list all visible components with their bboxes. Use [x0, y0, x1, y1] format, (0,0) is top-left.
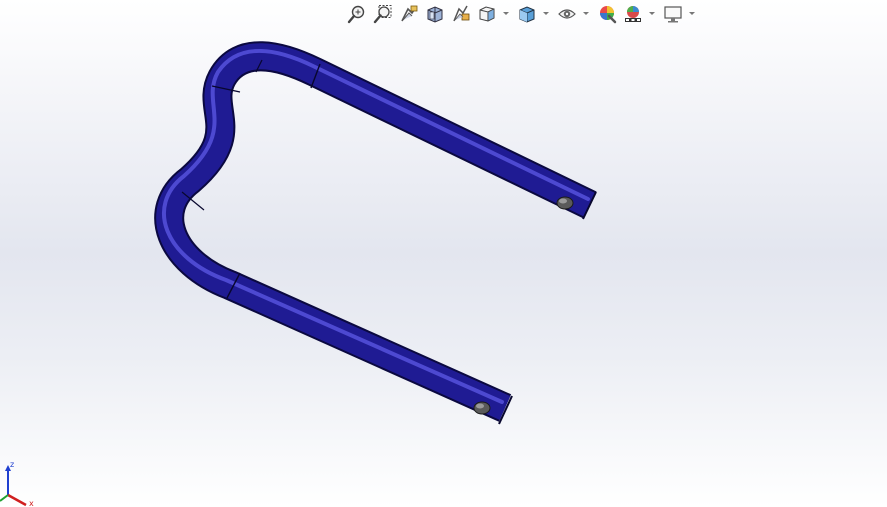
bent-tube-model[interactable]: [0, 0, 887, 507]
reference-triad: z x: [0, 460, 34, 507]
graphics-area[interactable]: z x: [0, 0, 887, 507]
pin-hole-highlight: [559, 198, 567, 204]
pin-hole-highlight: [476, 403, 484, 409]
triad-z-label: z: [10, 460, 14, 469]
triad-x-label: x: [29, 499, 34, 507]
